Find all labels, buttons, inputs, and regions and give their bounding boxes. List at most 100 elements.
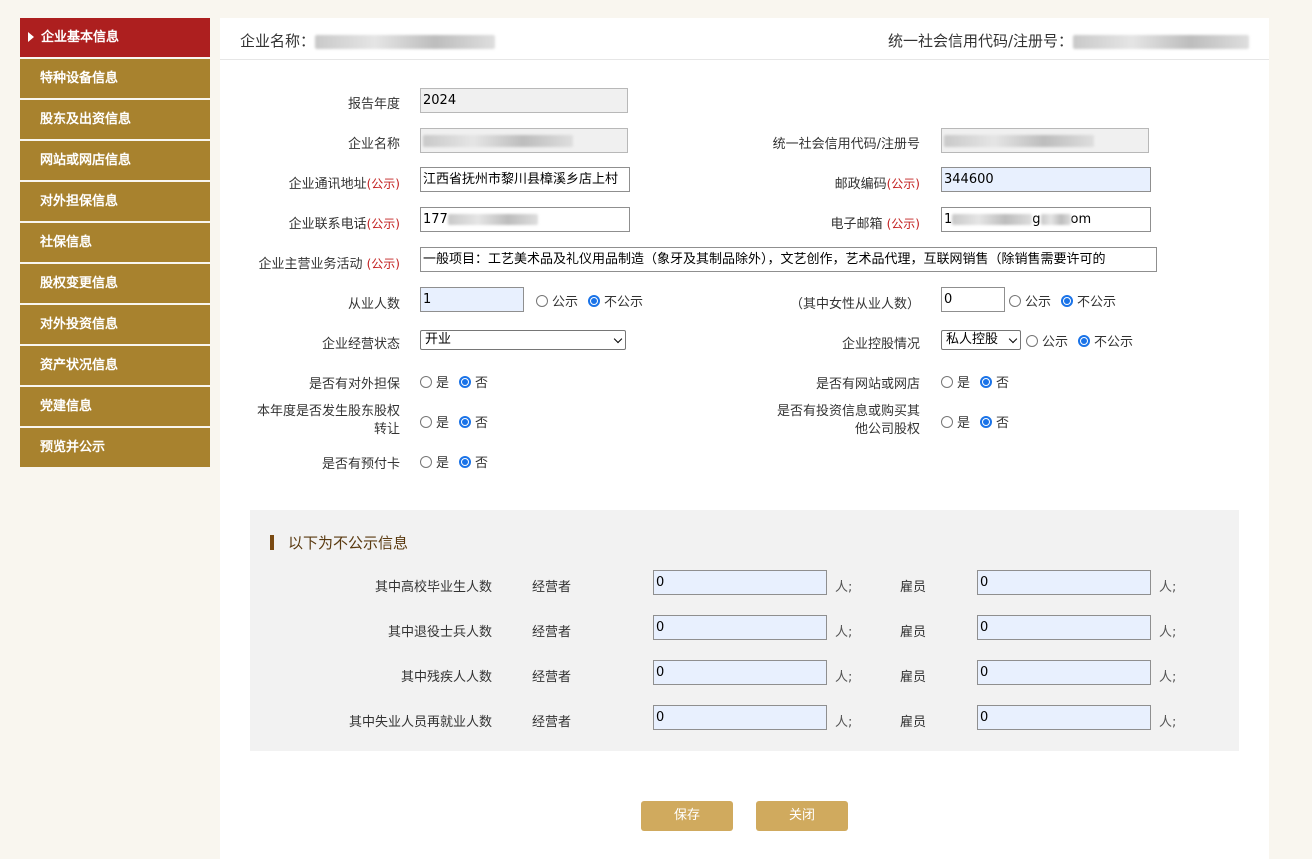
female-employees-input[interactable]: 0 (941, 287, 1005, 312)
company-name-header: 企业名称： (240, 30, 496, 51)
address-label: 企业通讯地址(公示) (288, 177, 400, 192)
postcode-input[interactable]: 344600 (941, 167, 1151, 192)
sidebar-item-shareholders[interactable]: 股东及出资信息 (20, 100, 210, 139)
redacted-credit-code (1073, 34, 1249, 49)
redacted-company-name (423, 134, 573, 147)
holding-label: 企业控股情况 (841, 337, 920, 352)
operator-count-input[interactable]: 0 (653, 705, 827, 730)
company-name-label: 企业名称 (347, 137, 400, 152)
operator-count-input[interactable]: 0 (653, 615, 827, 640)
employee-label: 雇员 (900, 670, 927, 685)
email-label: 电子邮箱 (公示) (830, 217, 920, 232)
business-status-select[interactable]: 开业 (420, 330, 626, 350)
sidebar-item-label: 企业基本信息 (41, 30, 120, 45)
employee-count-input[interactable]: 0 (977, 660, 1151, 685)
female-employees-label: （其中女性从业人数） (789, 297, 920, 312)
female-publicity-radio: 公示 不公示 (1009, 291, 1126, 310)
operator-label: 经营者 (532, 580, 572, 595)
website-yes-option[interactable]: 是 (941, 372, 970, 391)
unit-label: 人; (1159, 670, 1177, 685)
holding-not-public-option[interactable]: 不公示 (1078, 331, 1133, 350)
guarantee-radio: 是 否 (420, 372, 498, 391)
investment-yes-option[interactable]: 是 (941, 412, 970, 431)
save-button[interactable]: 保存 (641, 801, 733, 831)
sidebar-item-social-security[interactable]: 社保信息 (20, 223, 210, 262)
section-title: 以下为不公示信息 (270, 532, 408, 553)
investment-radio: 是 否 (941, 412, 1019, 431)
redacted-email-domain (1040, 214, 1071, 225)
unit-label: 人; (835, 670, 853, 685)
sidebar-item-party[interactable]: 党建信息 (20, 387, 210, 426)
sidebar-item-special-equipment[interactable]: 特种设备信息 (20, 59, 210, 98)
business-scope-input[interactable]: 一般项目：工艺美术品及礼仪用品制造（象牙及其制品除外），文艺创作，艺术品代理，互… (420, 247, 1157, 272)
company-name-label: 企业名称： (240, 32, 316, 50)
radio-checked-icon (980, 415, 993, 428)
prepaid-no-option[interactable]: 否 (459, 452, 488, 471)
close-button[interactable]: 关闭 (756, 801, 848, 831)
radio-icon (536, 294, 548, 307)
sidebar-item-assets[interactable]: 资产状况信息 (20, 346, 210, 385)
sidebar-item-equity-change[interactable]: 股权变更信息 (20, 264, 210, 303)
employees-not-public-option[interactable]: 不公示 (588, 291, 643, 310)
sidebar-item-guarantee[interactable]: 对外担保信息 (20, 182, 210, 221)
page-header: 企业名称： 统一社会信用代码/注册号： (220, 18, 1269, 60)
credit-code-input[interactable] (941, 128, 1149, 153)
private-row-label: 其中失业人员再就业人数 (348, 715, 492, 730)
website-radio: 是 否 (941, 372, 1019, 391)
unit-label: 人; (1159, 580, 1177, 595)
postcode-label: 邮政编码(公示) (834, 177, 920, 192)
phone-label: 企业联系电话(公示) (288, 217, 400, 232)
website-label: 是否有网站或网店 (815, 377, 920, 392)
operator-count-input[interactable]: 0 (653, 570, 827, 595)
operator-count-input[interactable]: 0 (653, 660, 827, 685)
radio-checked-icon (1061, 294, 1074, 307)
redacted-credit-code (944, 134, 1094, 147)
chevron-down-icon (1008, 334, 1018, 344)
employees-public-option[interactable]: 公示 (536, 291, 578, 310)
address-input[interactable]: 江西省抚州市黎川县樟溪乡店上村 (420, 167, 630, 192)
radio-icon (941, 415, 953, 428)
business-status-label: 企业经营状态 (321, 337, 400, 352)
equity-transfer-yes-option[interactable]: 是 (420, 412, 449, 431)
holding-public-option[interactable]: 公示 (1026, 331, 1068, 350)
radio-icon (420, 375, 432, 388)
prepaid-yes-option[interactable]: 是 (420, 452, 449, 471)
investment-no-option[interactable]: 否 (980, 412, 1009, 431)
caret-right-icon (28, 32, 34, 42)
prepaid-card-radio: 是 否 (420, 452, 498, 471)
female-not-public-option[interactable]: 不公示 (1061, 291, 1116, 310)
credit-code-header: 统一社会信用代码/注册号： (888, 30, 1249, 51)
radio-icon (420, 415, 432, 428)
website-no-option[interactable]: 否 (980, 372, 1009, 391)
guarantee-yes-option[interactable]: 是 (420, 372, 449, 391)
radio-checked-icon (459, 455, 472, 468)
operator-label: 经营者 (532, 715, 572, 730)
employee-label: 雇员 (900, 715, 927, 730)
guarantee-no-option[interactable]: 否 (459, 372, 488, 391)
employee-label: 雇员 (900, 580, 927, 595)
report-year-input[interactable]: 2024 (420, 88, 628, 113)
employee-count-input[interactable]: 0 (977, 705, 1151, 730)
employee-count-input[interactable]: 0 (977, 570, 1151, 595)
redacted-phone (447, 214, 538, 225)
equity-transfer-no-option[interactable]: 否 (459, 412, 488, 431)
radio-checked-icon (459, 375, 472, 388)
sidebar-item-investment[interactable]: 对外投资信息 (20, 305, 210, 344)
sidebar-item-website[interactable]: 网站或网店信息 (20, 141, 210, 180)
employees-input[interactable]: 1 (420, 287, 524, 312)
radio-icon (941, 375, 953, 388)
sidebar-item-preview[interactable]: 预览并公示 (20, 428, 210, 467)
female-public-option[interactable]: 公示 (1009, 291, 1051, 310)
employee-count-input[interactable]: 0 (977, 615, 1151, 640)
sidebar-item-basic-info[interactable]: 企业基本信息 (20, 18, 210, 57)
private-row-label: 其中退役士兵人数 (387, 625, 492, 640)
title-bar-decoration (270, 535, 274, 550)
phone-input[interactable]: 177 (420, 207, 630, 232)
email-input[interactable]: 1 g om (941, 207, 1151, 232)
guarantee-label: 是否有对外担保 (308, 377, 400, 392)
company-name-input[interactable] (420, 128, 628, 153)
operator-label: 经营者 (532, 625, 572, 640)
radio-checked-icon (1078, 334, 1091, 347)
holding-select[interactable]: 私人控股 (941, 330, 1021, 350)
radio-checked-icon (459, 415, 472, 428)
